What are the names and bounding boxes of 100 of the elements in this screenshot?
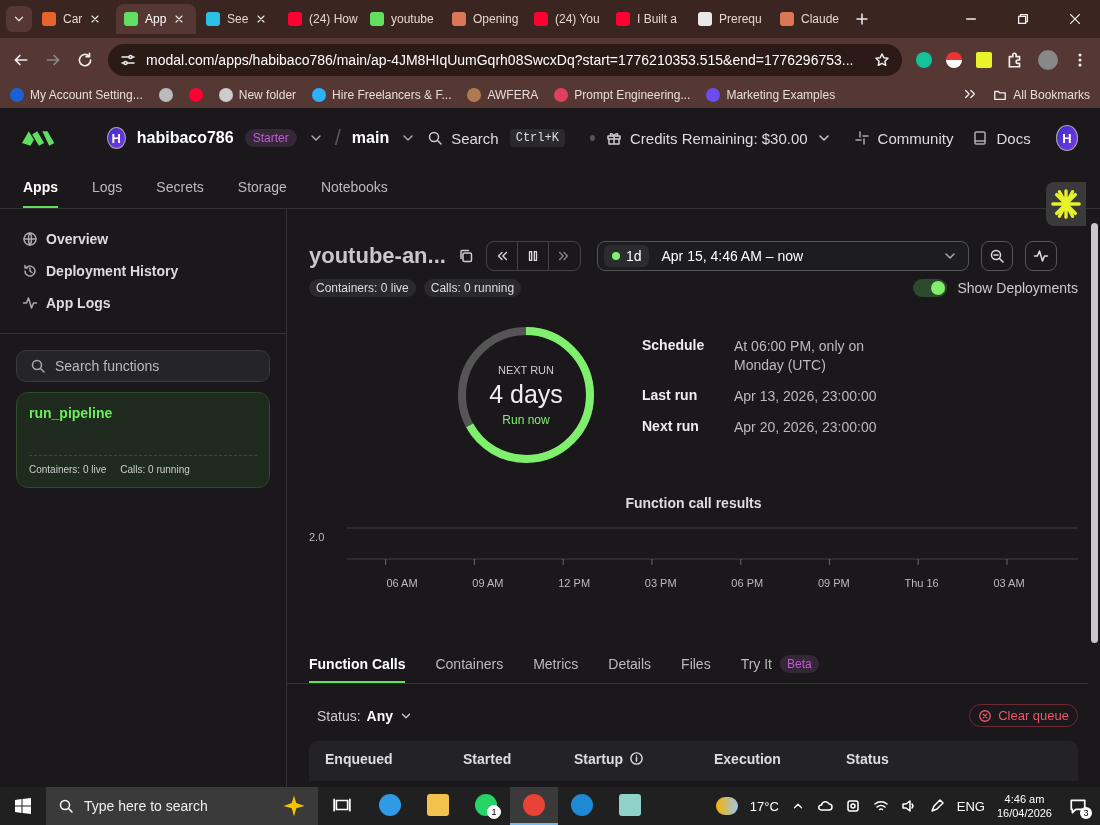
taskbar-app[interactable]: 1	[462, 787, 510, 825]
browser-tab[interactable]: I Built a	[608, 4, 688, 34]
restore-icon[interactable]	[1016, 12, 1030, 26]
content-tab[interactable]: Containers	[435, 647, 504, 683]
shortcut-key: Ctrl+K	[509, 129, 565, 147]
bookmark[interactable]: Prompt Engineering...	[554, 88, 691, 102]
time-range-dropdown[interactable]: 1d Apr 15, 4:46 AM – now	[596, 241, 969, 271]
bookmark[interactable]: New folder	[218, 88, 297, 102]
credits-button[interactable]: Credits Remaining: $30.00	[606, 129, 832, 147]
browser-tab[interactable]: App	[116, 4, 196, 34]
bookmark-icon[interactable]	[188, 88, 203, 102]
nav-tab[interactable]: Notebooks	[320, 168, 388, 208]
activity-button[interactable]	[1024, 241, 1057, 271]
copy-icon[interactable]	[457, 248, 474, 264]
community-link[interactable]: Community	[853, 129, 954, 147]
x-axis-label: 06 PM	[731, 577, 764, 589]
status-filter[interactable]: Status: Any	[317, 707, 414, 724]
browser-tab[interactable]: Opening	[444, 4, 524, 34]
status-dot	[589, 135, 595, 141]
x-axis-label: 09 PM	[817, 577, 850, 589]
zoom-out-icon	[988, 248, 1005, 264]
environment-name[interactable]: main	[351, 129, 390, 147]
camera-icon[interactable]	[844, 798, 861, 814]
plus-icon[interactable]	[854, 11, 870, 27]
detail-label: Next run	[642, 417, 700, 436]
content-tab[interactable]: Metrics	[533, 647, 579, 683]
content-tab[interactable]: Try It Beta	[740, 647, 819, 683]
browser-tab[interactable]: See	[198, 4, 278, 34]
clock[interactable]: 4:46 am 16/04/2026	[996, 791, 1052, 821]
sidebar-item[interactable]: Deployment History	[22, 263, 264, 279]
detail-label: Schedule	[642, 337, 706, 355]
nav-tab[interactable]: Secrets	[156, 168, 204, 208]
search-icon	[58, 798, 74, 814]
bookmark[interactable]: Hire Freelancers & F...	[312, 88, 452, 102]
browser-tab[interactable]: Prerequ	[690, 4, 770, 34]
function-name: run_pipeline	[29, 405, 114, 421]
nav-tab[interactable]: Storage	[237, 168, 287, 208]
cloud-icon[interactable]	[816, 798, 833, 814]
app-title: youtube-an...	[309, 243, 446, 269]
tab-search-button[interactable]	[6, 6, 32, 32]
close-icon[interactable]	[1068, 12, 1082, 26]
asterisk-icon	[1051, 189, 1081, 219]
bookmark[interactable]: AWFERA	[467, 88, 539, 102]
nav-tab[interactable]: Apps	[23, 168, 58, 208]
gift-icon	[606, 130, 622, 146]
notification-badge: 1	[487, 805, 501, 819]
search-field[interactable]: Search functions	[16, 350, 270, 382]
bookmark[interactable]: Marketing Examples	[706, 88, 836, 102]
bookmark-icon[interactable]	[158, 88, 173, 102]
extension-icon[interactable]	[916, 52, 932, 68]
function-card[interactable]: run_pipeline Containers: 0 live Calls: 0 running	[16, 392, 270, 488]
address-bar[interactable]: modal.com/apps/habibaco786/main/ap-4JM8HIqUumGqrh08SwcxDq?start=1776210353.515&end=1776296753...	[108, 44, 902, 76]
x-axis-label: Thu 16	[904, 577, 939, 589]
taskbar-app[interactable]	[510, 787, 558, 825]
sparkle-icon	[282, 794, 306, 818]
notification-button[interactable]: 3	[1064, 791, 1092, 821]
pen-icon[interactable]	[928, 798, 945, 814]
x-axis-label: 09 AM	[472, 577, 504, 589]
sidebar-item[interactable]: Overview	[22, 231, 264, 247]
run-now-link[interactable]: Run now	[502, 412, 550, 427]
x-axis-label: 12 PM	[558, 577, 591, 589]
info-icon	[629, 751, 644, 766]
calls-count: Calls: 0 running	[120, 464, 190, 475]
message-icon	[1069, 797, 1087, 815]
deployments-toggle[interactable]	[913, 279, 948, 297]
bookmark[interactable]: My Account Setting...	[10, 88, 143, 102]
nav-tab[interactable]: Logs	[92, 168, 123, 208]
taskbar-search-field[interactable]: Type here to search	[46, 787, 318, 825]
extension-icon[interactable]	[946, 52, 962, 68]
zoom-out-button[interactable]	[980, 241, 1013, 271]
star-icon[interactable]	[874, 52, 890, 68]
language-indicator[interactable]: ENG	[956, 798, 985, 814]
logo-icon[interactable]	[22, 128, 55, 148]
x-axis-label: 06 AM	[386, 577, 418, 589]
asterisk-extension-button[interactable]	[1046, 182, 1086, 226]
all-bookmarks[interactable]: All Bookmarks	[993, 88, 1090, 102]
reload-icon[interactable]	[76, 51, 94, 69]
column-header: Execution	[714, 751, 781, 767]
y-axis-label: 2.0	[309, 531, 325, 543]
docs-link[interactable]: Docs	[972, 129, 1031, 147]
browser-tab[interactable]: Car	[34, 4, 114, 34]
site-settings-icon	[120, 52, 136, 68]
browser-tab[interactable]: (24) You	[526, 4, 606, 34]
browser-tab[interactable]: youtube	[362, 4, 442, 34]
user-avatar[interactable]: H	[1055, 125, 1078, 151]
browser-tab[interactable]: (24) How	[280, 4, 360, 34]
browser-tab[interactable]: Claude	[772, 4, 852, 34]
content-tab[interactable]: Function Calls	[309, 647, 406, 683]
sidebar-item[interactable]: App Logs	[22, 295, 264, 311]
speaker-icon[interactable]	[900, 798, 917, 814]
content-tab[interactable]: Details	[608, 647, 652, 683]
column-header: Started	[463, 751, 512, 767]
content-tab[interactable]: Files	[681, 647, 711, 683]
search-button[interactable]: Search	[427, 129, 499, 147]
workspace-name[interactable]: habibaco786	[136, 129, 234, 147]
history-icon	[22, 263, 38, 279]
separator: /	[334, 125, 341, 151]
cancel-icon	[978, 708, 993, 723]
profile-avatar[interactable]	[1038, 50, 1058, 70]
detail-value: Apr 20, 2026, 23:00:00	[734, 417, 878, 437]
